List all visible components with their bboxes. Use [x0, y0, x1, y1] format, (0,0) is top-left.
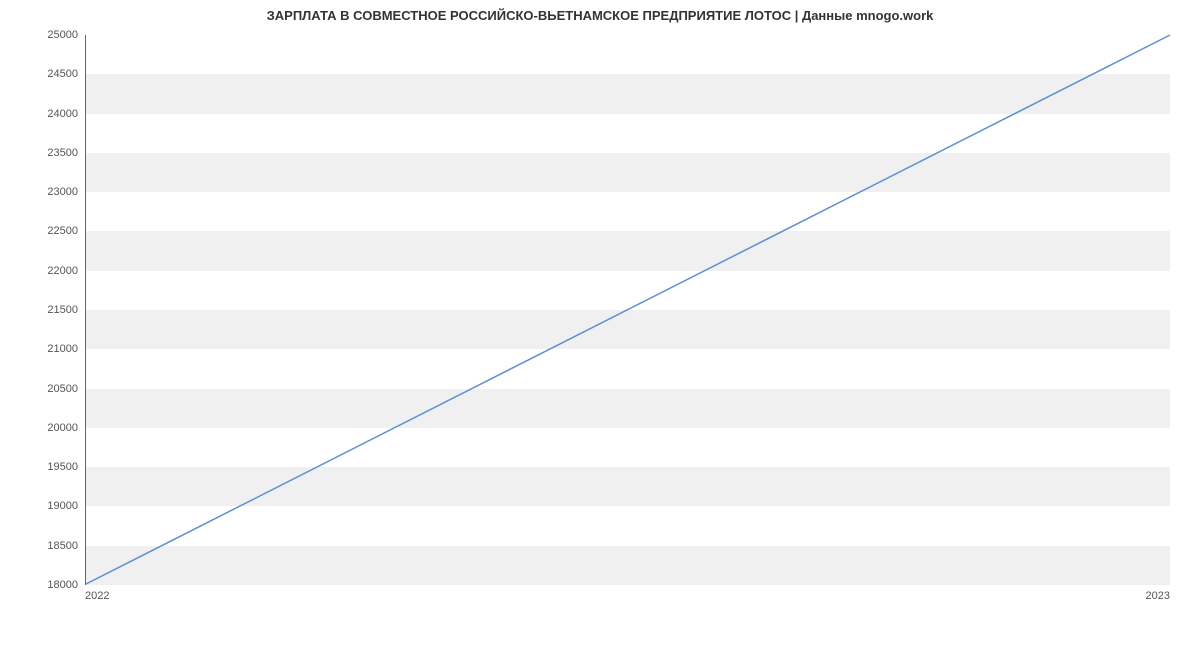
x-tick-label: 2023: [1146, 590, 1170, 602]
y-tick-label: 19000: [8, 500, 78, 512]
chart-title: ЗАРПЛАТА В СОВМЕСТНОЕ РОССИЙСКО-ВЬЕТНАМС…: [0, 8, 1200, 23]
y-tick-label: 23000: [8, 186, 78, 198]
x-tick-label: 2022: [85, 590, 109, 602]
y-tick-label: 20000: [8, 422, 78, 434]
y-tick-label: 18000: [8, 579, 78, 591]
y-tick-label: 20500: [8, 383, 78, 395]
y-tick-label: 18500: [8, 540, 78, 552]
y-tick-label: 22500: [8, 225, 78, 237]
y-tick-label: 25000: [8, 29, 78, 41]
y-tick-label: 22000: [8, 265, 78, 277]
y-tick-label: 23500: [8, 147, 78, 159]
y-tick-label: 24500: [8, 68, 78, 80]
y-tick-label: 21500: [8, 304, 78, 316]
line-series: [86, 35, 1170, 584]
y-tick-label: 21000: [8, 343, 78, 355]
y-tick-label: 24000: [8, 108, 78, 120]
y-tick-label: 19500: [8, 461, 78, 473]
plot-area: [85, 35, 1170, 585]
